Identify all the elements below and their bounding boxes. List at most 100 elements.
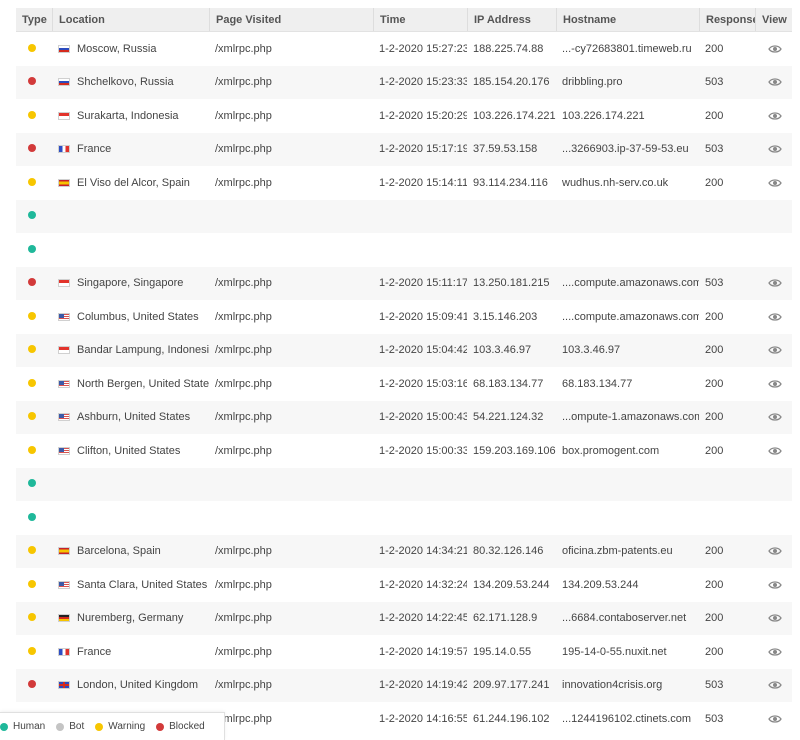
eye-icon[interactable] xyxy=(768,77,782,87)
column-header-page-visited[interactable]: Page Visited xyxy=(209,8,373,31)
view-cell xyxy=(755,612,792,624)
location-text: Moscow, Russia xyxy=(77,42,157,55)
type-cell xyxy=(16,512,52,524)
column-header-type[interactable]: Type xyxy=(16,8,52,31)
location-text: Santa Clara, United States xyxy=(77,578,208,591)
type-blocked-indicator xyxy=(28,680,36,689)
eye-icon[interactable] xyxy=(768,647,782,657)
response-cell: 503 xyxy=(705,679,724,692)
eye-icon[interactable] xyxy=(768,714,782,724)
table-row[interactable]: Surakarta, Indonesia/xmlrpc.php 1-2-2020 … xyxy=(16,99,792,133)
table-row[interactable]: El Viso del Alcor, Spain/xmlrpc.php 1-2-2… xyxy=(16,166,792,200)
column-header-hostname[interactable]: Hostname xyxy=(556,8,699,31)
hostname-cell: 195-14-0-55.nuxit.net xyxy=(562,645,667,658)
ip-address-cell: 37.59.53.158 xyxy=(473,143,538,156)
hostname-cell: ...3266903.ip-37-59-53.eu xyxy=(562,143,689,156)
response-cell: 200 xyxy=(705,612,724,625)
ip-address-cell: 3.15.146.203 xyxy=(473,310,538,323)
table-row[interactable]: London, United Kingdom/xmlrpc.php 1-2-202… xyxy=(16,668,792,702)
eye-icon[interactable] xyxy=(768,580,782,590)
response-cell: 503 xyxy=(705,277,724,290)
hostname-cell: 68.183.134.77 xyxy=(562,377,633,390)
ip-address-cell: 159.203.169.106 xyxy=(473,444,556,457)
flag-id-icon xyxy=(58,111,70,120)
table-row[interactable]: France/xmlrpc.php 1-2-2020 15:17:19 37.59.… xyxy=(16,132,792,166)
location-text: Bandar Lampung, Indonesia xyxy=(77,344,209,357)
page-visited-cell: /xmlrpc.php xyxy=(215,377,272,390)
view-cell xyxy=(755,679,792,691)
view-cell xyxy=(755,646,792,658)
column-header-ip-address[interactable]: IP Address xyxy=(467,8,556,31)
location-text: North Bergen, United States xyxy=(77,377,209,390)
table-row[interactable]: Shchelkovo, Russia/xmlrpc.php 1-2-2020 15… xyxy=(16,65,792,99)
eye-icon[interactable] xyxy=(768,613,782,623)
flag-us-icon xyxy=(58,413,70,422)
time-cell: 1-2-2020 14:19:57 xyxy=(379,645,467,658)
table-row[interactable]: France/xmlrpc.php 1-2-2020 14:19:57 195.14… xyxy=(16,635,792,669)
legend-item-warning[interactable]: Warning xyxy=(95,721,145,732)
eye-icon[interactable] xyxy=(768,178,782,188)
eye-icon[interactable] xyxy=(768,111,782,121)
location-cell: London, United Kingdom xyxy=(52,679,209,691)
column-header-time[interactable]: Time xyxy=(373,8,467,31)
page-visited-cell: /xmlrpc.php xyxy=(215,143,272,156)
time-cell: 1-2-2020 14:32:24 xyxy=(379,578,467,591)
response-cell: 503 xyxy=(705,712,724,725)
location-text: Ashburn, United States xyxy=(77,411,191,424)
column-header-location[interactable]: Location xyxy=(52,8,209,31)
ip-address-cell: 54.221.124.32 xyxy=(473,411,544,424)
table-row[interactable]: Moscow, Russia/xmlrpc.php 1-2-2020 15:27:… xyxy=(16,32,792,66)
flag-fr-icon xyxy=(58,647,70,656)
table-row[interactable]: Singapore, Singapore/xmlrpc.php 1-2-2020 … xyxy=(16,266,792,300)
legend-item-human[interactable]: Human xyxy=(0,721,45,732)
table-row[interactable] xyxy=(16,233,792,267)
table-row[interactable]: Bandar Lampung, Indonesia/xmlrpc.php 1-2-… xyxy=(16,333,792,367)
location-cell: France xyxy=(52,143,209,155)
type-cell xyxy=(16,43,52,55)
table-row[interactable]: North Bergen, United States/xmlrpc.php 1-… xyxy=(16,367,792,401)
eye-icon[interactable] xyxy=(768,412,782,422)
view-cell xyxy=(755,311,792,323)
table-row[interactable]: Barcelona, Spain/xmlrpc.php 1-2-2020 14:3… xyxy=(16,534,792,568)
table-row[interactable]: Santa Clara, United States/xmlrpc.php 1-2… xyxy=(16,568,792,602)
location-cell: Surakarta, Indonesia xyxy=(52,110,209,122)
page-visited-cell: /xmlrpc.php xyxy=(215,712,272,725)
hostname-cell: ...6684.contaboserver.net xyxy=(562,612,687,625)
response-cell: 200 xyxy=(705,411,724,424)
table-row[interactable] xyxy=(16,501,792,535)
time-cell: 1-2-2020 15:03:16 xyxy=(379,377,467,390)
eye-icon[interactable] xyxy=(768,680,782,690)
table-row[interactable]: Nuremberg, Germany/xmlrpc.php 1-2-2020 14… xyxy=(16,601,792,635)
location-cell: Ashburn, United States xyxy=(52,411,209,423)
eye-icon[interactable] xyxy=(768,446,782,456)
table-row[interactable]: Columbus, United States/xmlrpc.php 1-2-20… xyxy=(16,300,792,334)
eye-icon[interactable] xyxy=(768,546,782,556)
response-cell: 200 xyxy=(705,545,724,558)
response-cell: 200 xyxy=(705,645,724,658)
location-text: Clifton, United States xyxy=(77,444,181,457)
column-header-response[interactable]: Response xyxy=(699,8,755,31)
table-row[interactable]: Clifton, United States/xmlrpc.php 1-2-202… xyxy=(16,434,792,468)
view-cell xyxy=(755,378,792,390)
type-blocked-indicator xyxy=(28,77,36,86)
eye-icon[interactable] xyxy=(768,44,782,54)
response-cell: 503 xyxy=(705,143,724,156)
eye-icon[interactable] xyxy=(768,345,782,355)
legend-item-bot[interactable]: Bot xyxy=(56,721,84,732)
type-blocked-indicator xyxy=(28,144,36,153)
eye-icon[interactable] xyxy=(768,278,782,288)
location-text: El Viso del Alcor, Spain xyxy=(77,176,190,189)
type-warning-indicator xyxy=(28,177,36,186)
table-row[interactable]: Ashburn, United States/xmlrpc.php 1-2-202… xyxy=(16,400,792,434)
eye-icon[interactable] xyxy=(768,379,782,389)
eye-icon[interactable] xyxy=(768,144,782,154)
eye-icon[interactable] xyxy=(768,312,782,322)
type-warning-indicator xyxy=(28,43,36,52)
ip-address-cell: 13.250.181.215 xyxy=(473,277,550,290)
type-human-indicator xyxy=(28,512,36,521)
table-row[interactable] xyxy=(16,467,792,501)
legend-item-blocked[interactable]: Blocked xyxy=(156,721,205,732)
table-row[interactable] xyxy=(16,199,792,233)
type-warning-indicator xyxy=(28,412,36,421)
flag-us-icon xyxy=(58,379,70,388)
